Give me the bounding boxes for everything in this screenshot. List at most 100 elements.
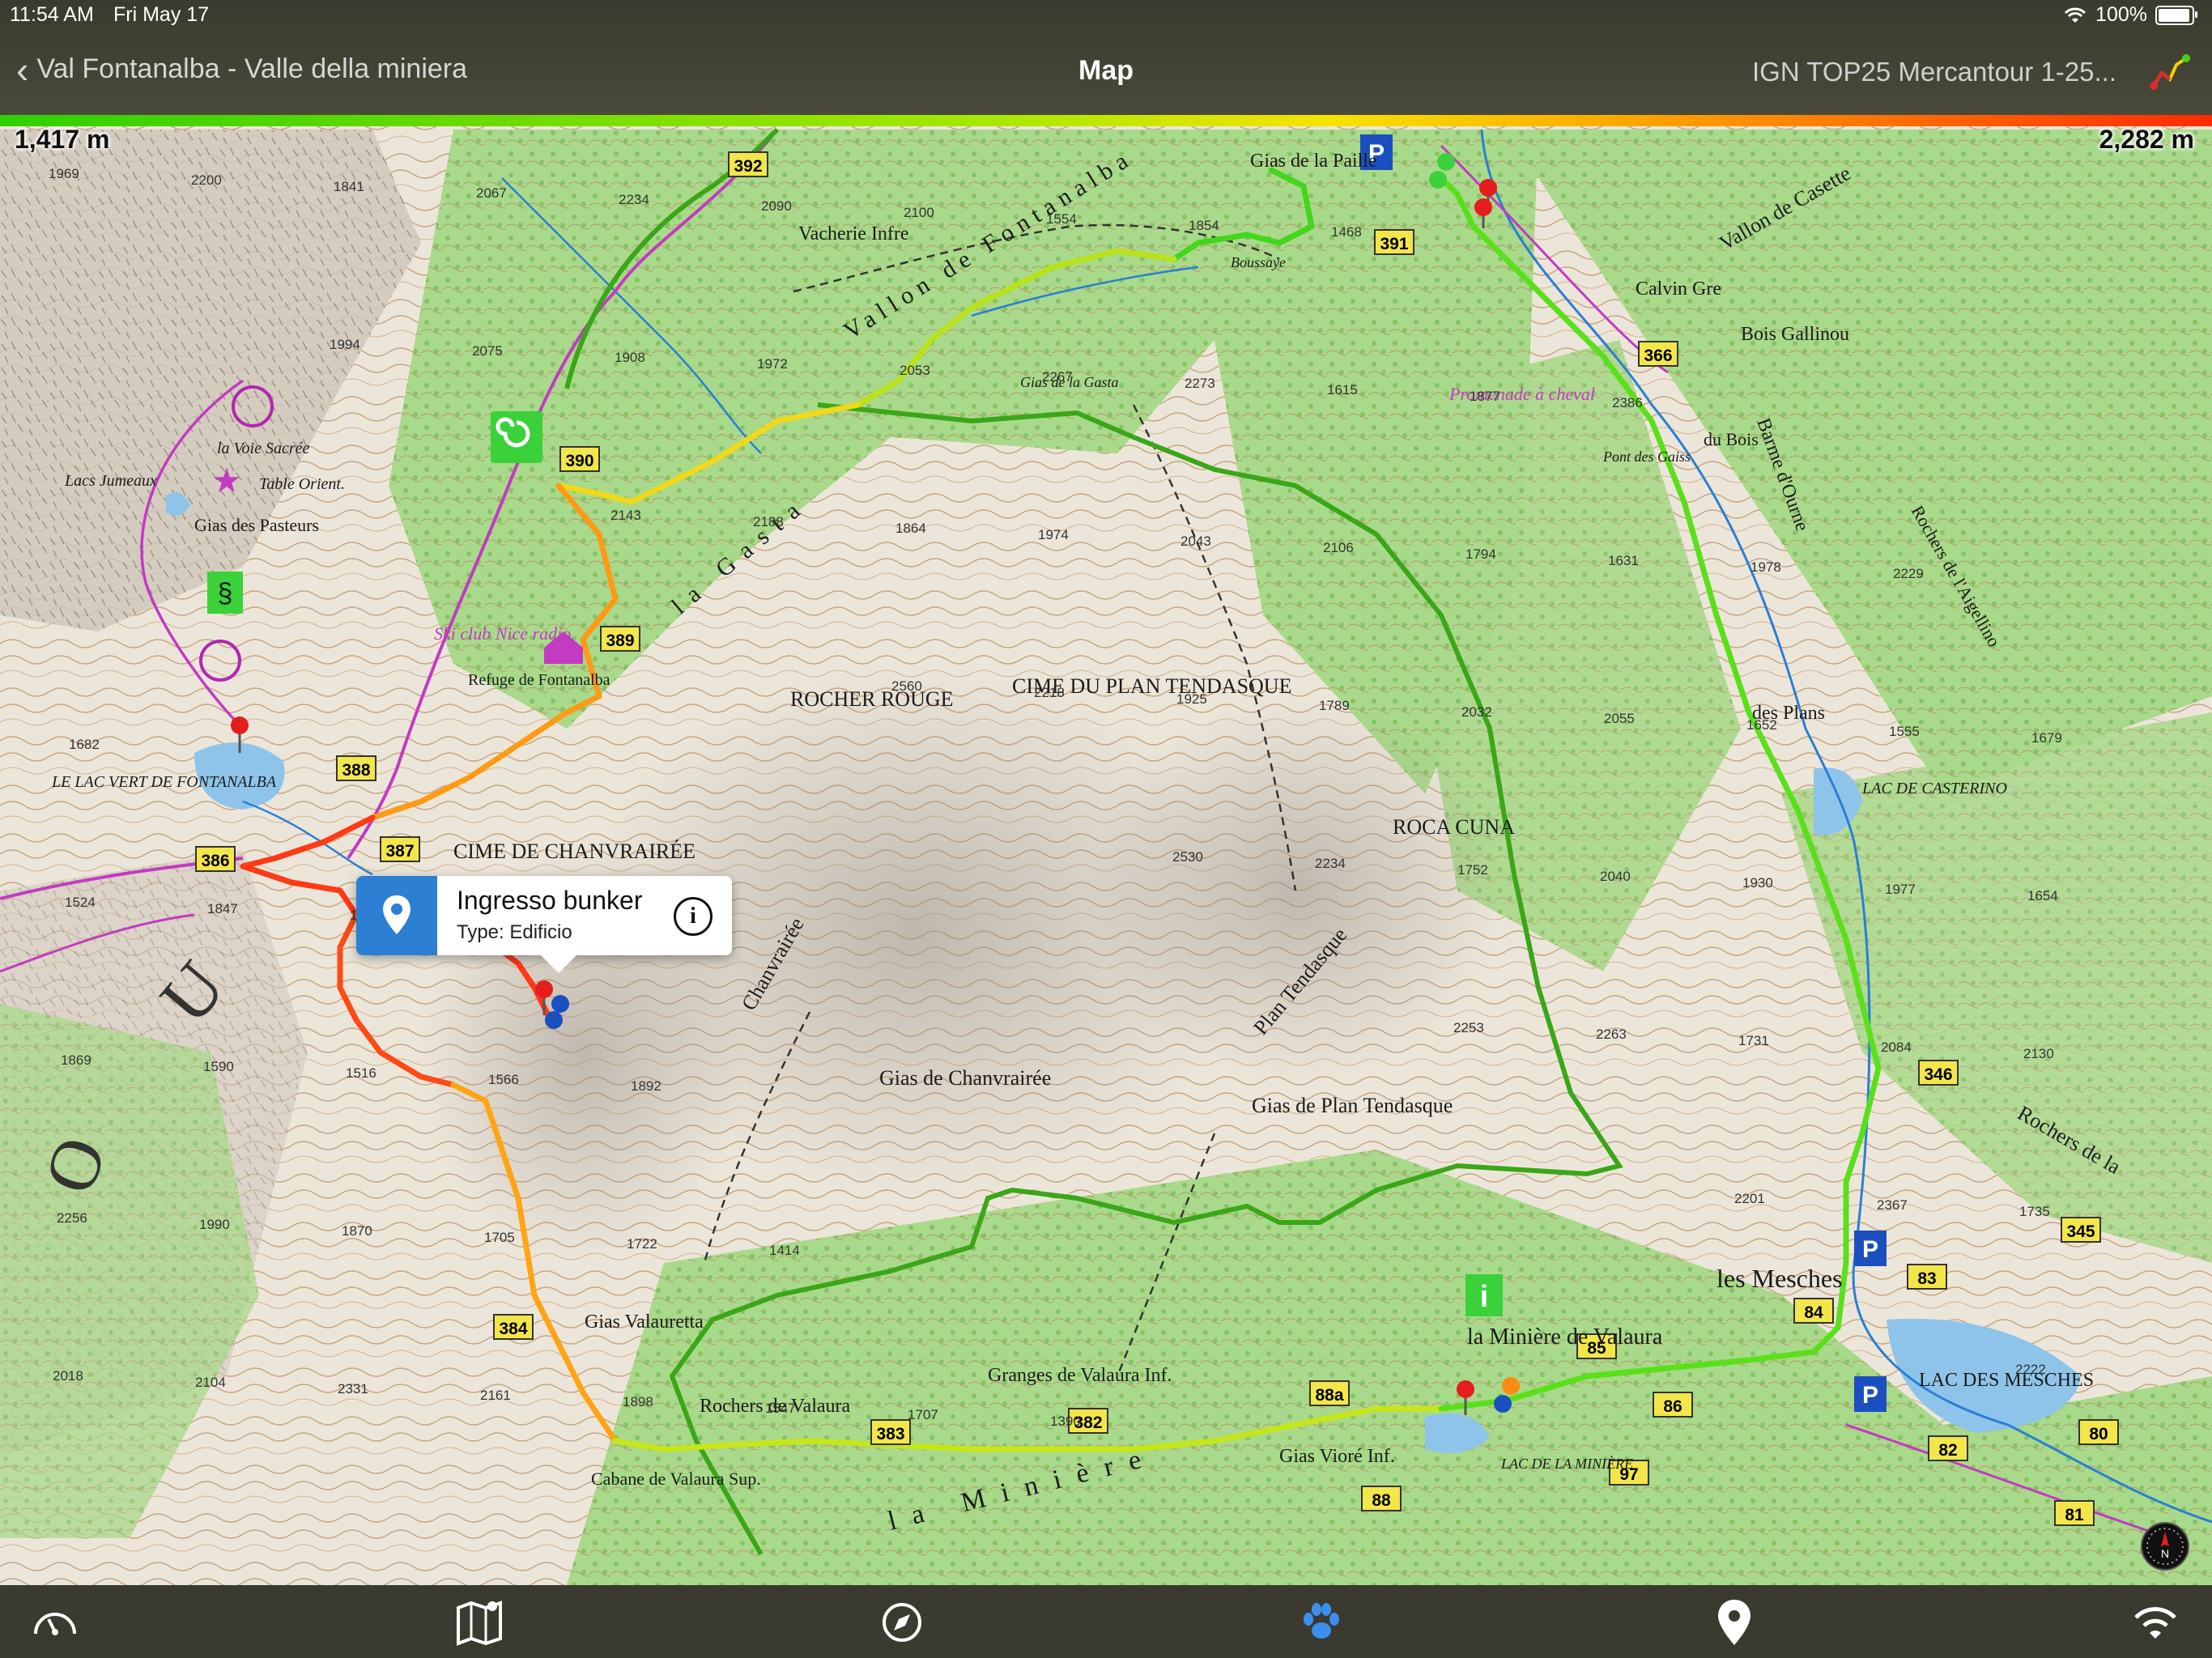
spot-height: 2130: [2023, 1046, 2054, 1061]
label-la-voie-sacree: la Voie Sacrée: [217, 440, 310, 457]
route-marker-386: 386: [195, 846, 236, 872]
label-refuge: Refuge de Fontanalba: [468, 671, 610, 689]
poi-title: Ingresso bunker: [457, 886, 643, 915]
svg-text:389: 389: [606, 631, 634, 650]
route-marker-81: 81: [2054, 1500, 2095, 1526]
route-marker-389: 389: [600, 626, 640, 652]
spot-height: 1978: [1750, 559, 1781, 575]
spot-height: 2090: [761, 198, 792, 214]
spot-height: 2256: [57, 1210, 87, 1226]
label-gias-viore: Gias Vioré Inf.: [1279, 1446, 1395, 1467]
svg-text:386: 386: [201, 852, 229, 870]
route-marker-366: 366: [1638, 341, 1678, 367]
label-cabane: Cabane de Valaura Sup.: [591, 1469, 761, 1489]
svg-text:88: 88: [1372, 1491, 1391, 1510]
spot-height: 1566: [488, 1072, 519, 1087]
spot-height: 1908: [615, 350, 645, 365]
spot-height: 1735: [2019, 1204, 2050, 1219]
spot-height: 2084: [1881, 1039, 1912, 1055]
dashboard-icon[interactable]: [29, 1596, 81, 1648]
label-lac-des-mesches: LAC DES MESCHES: [1919, 1370, 2094, 1391]
wifi-status-icon: [2064, 7, 2087, 23]
topographic-map[interactable]: 39239136639038938838738638438338288a8586…: [0, 115, 2212, 1585]
spot-height: 2201: [1734, 1191, 1765, 1206]
label-roca-cuna: ROCA CUNA: [1393, 815, 1515, 839]
spot-height: 1516: [346, 1065, 376, 1081]
compass-icon[interactable]: [876, 1596, 928, 1648]
poi-type: Type: Edificio: [457, 921, 572, 943]
spot-height: 1870: [342, 1223, 372, 1239]
spot-height: 2043: [1180, 534, 1211, 549]
spot-height: 1731: [1738, 1033, 1769, 1048]
spot-height: 2560: [891, 678, 922, 694]
spot-height: 1994: [330, 337, 360, 352]
spot-height: 1972: [757, 356, 788, 372]
map-layer-name[interactable]: IGN TOP25 Mercantour 1-25...: [1752, 57, 2116, 87]
spot-height: 1682: [69, 737, 100, 752]
label-la-miniere: la Minière de Valaura: [1467, 1324, 1663, 1350]
spot-height: 2106: [1323, 540, 1354, 555]
spot-height: 1722: [627, 1236, 657, 1252]
label-vacherie: Vacherie Infre: [798, 223, 909, 244]
map-icon[interactable]: [453, 1596, 505, 1648]
spot-height: 2386: [1612, 395, 1643, 410]
route-marker-345: 345: [2061, 1217, 2101, 1243]
label-gias-valauretta: Gias Valauretta: [585, 1312, 704, 1333]
elevation-max-label: 2,282 m: [2099, 125, 2194, 154]
route-marker-384: 384: [493, 1314, 534, 1340]
route-icon[interactable]: [2149, 49, 2193, 92]
spot-height: 2263: [1596, 1027, 1627, 1042]
svg-text:★: ★: [211, 461, 242, 500]
svg-text:383: 383: [876, 1425, 904, 1443]
route-marker-84: 84: [1793, 1298, 1834, 1324]
elevation-gradient-bar: [0, 115, 2212, 126]
location-pin-icon: [356, 876, 437, 955]
svg-text:392: 392: [734, 157, 762, 176]
sign-marker-icon: §: [207, 572, 243, 614]
svg-text:i: i: [1480, 1280, 1489, 1314]
spot-height: 1930: [1742, 875, 1773, 891]
spot-height: 2055: [1604, 711, 1635, 726]
spot-height: 1969: [49, 166, 79, 181]
status-time: 11:54 AM: [10, 3, 94, 26]
route-marker-83: 83: [1907, 1264, 1947, 1290]
spot-height: 2075: [472, 343, 503, 359]
label-gias-pasteurs: Gias des Pasteurs: [194, 515, 319, 535]
spot-height: 2143: [610, 508, 641, 523]
svg-text:P: P: [1862, 1236, 1878, 1263]
label-lac-vert: LE LAC VERT DE FONTANALBA: [51, 773, 277, 791]
spot-height: 1590: [203, 1059, 234, 1074]
label-lac-casterino: LAC DE CASTERINO: [1861, 780, 2007, 797]
status-date: Fri May 17: [113, 3, 210, 26]
svg-text:N: N: [2161, 1547, 2169, 1560]
spot-height: 2053: [900, 363, 930, 378]
spot-height: 2530: [1172, 849, 1203, 865]
route-marker-80: 80: [2078, 1419, 2119, 1445]
spiral-marker-icon: [491, 411, 542, 463]
battery-icon: [2155, 5, 2197, 25]
svg-text:81: 81: [2065, 1506, 2084, 1524]
compass-north-icon[interactable]: N: [2141, 1522, 2189, 1571]
spot-height: 2104: [195, 1375, 226, 1390]
spot-height: 2067: [476, 185, 507, 201]
spot-height: 2200: [191, 172, 222, 188]
info-icon[interactable]: i: [674, 897, 713, 936]
paw-icon[interactable]: [1295, 1596, 1347, 1648]
svg-text:384: 384: [499, 1320, 527, 1338]
label-les-mesches: les Mesches: [1716, 1264, 1843, 1293]
poi-callout[interactable]: Ingresso bunker Type: Edificio i: [356, 876, 732, 973]
star-icon: ★: [211, 461, 242, 500]
spot-height: 1631: [1608, 553, 1639, 568]
svg-text:346: 346: [1924, 1065, 1952, 1084]
navigation-bar: 11:54 AM Fri May 17 100% ‹ Val Fontanalb…: [0, 0, 2212, 115]
svg-text:83: 83: [1917, 1269, 1936, 1288]
svg-text:P: P: [1862, 1382, 1878, 1409]
battery-percent: 100%: [2095, 3, 2147, 26]
location-pin-icon[interactable]: [1708, 1596, 1760, 1648]
wifi-icon[interactable]: [2129, 1596, 2181, 1648]
spot-height: 2040: [1600, 869, 1631, 884]
label-calvin: Calvin Gre: [1636, 278, 1721, 300]
spot-height: 1841: [334, 179, 364, 194]
label-pont-gaiss: Pont des Gaiss: [1602, 449, 1691, 465]
label-boussaye: Boussaye: [1231, 254, 1286, 270]
